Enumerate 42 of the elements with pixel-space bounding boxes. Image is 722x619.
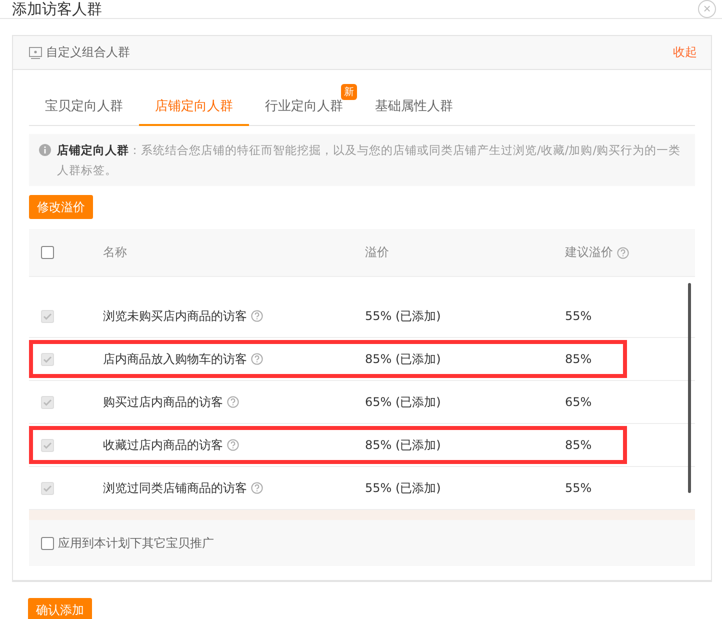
- column-header: 建议溢价: [565, 244, 695, 261]
- table-cell-text: 85% (已添加): [365, 350, 442, 368]
- table-cell: 店内商品放入购物车的访客: [103, 350, 365, 368]
- table-cell: 浏览过同类店铺商品的访客: [103, 480, 365, 496]
- new-badge: 新: [341, 84, 357, 100]
- info-icon: [39, 144, 51, 156]
- monitor-icon: [29, 46, 42, 58]
- confirm-button[interactable]: 确认添加: [28, 598, 92, 619]
- help-icon: [617, 246, 629, 258]
- table-cell-text: 65%: [565, 395, 593, 409]
- panel-title: 自定义组合人群: [46, 44, 130, 61]
- scrollbar[interactable]: [688, 283, 691, 493]
- table-cell-text: 85%: [565, 438, 593, 452]
- column-header: 名称: [103, 244, 128, 261]
- column-header: 溢价: [365, 244, 390, 261]
- apply-label: 应用到本计划下其它宝贝推广: [58, 534, 214, 552]
- help-icon: [251, 353, 263, 365]
- dialog-title: 添加访客人群: [12, 0, 102, 18]
- table-cell: 购买过店内商品的访客: [103, 394, 365, 410]
- table-cell-text: 65% (已添加): [365, 394, 442, 410]
- tab[interactable]: 基础属性人群: [359, 88, 469, 126]
- table-cell-text: 55%: [565, 309, 593, 323]
- apply-option[interactable]: 应用到本计划下其它宝贝推广: [29, 520, 695, 566]
- help-icon: [251, 310, 263, 322]
- table-cell-text: 85% (已添加): [365, 436, 442, 454]
- edit-premium-button[interactable]: 修改溢价: [29, 195, 93, 219]
- table-cell-text: 55%: [565, 481, 593, 495]
- table-cell-text: 55% (已添加): [365, 308, 442, 324]
- table-cell: 浏览未购买店内商品的访客: [103, 308, 365, 324]
- checkbox[interactable]: [41, 246, 54, 259]
- table-cell-text: 85%: [565, 352, 593, 366]
- checkbox[interactable]: [41, 536, 54, 550]
- info-text: 店铺定向人群：系统结合您店铺的特征而智能挖掘，以及与您的店铺或同类店铺产生过浏览/收藏/加购/购买行为的一类人群标签。: [57, 142, 682, 179]
- close-button[interactable]: ×: [698, 0, 716, 18]
- help-icon: [227, 396, 239, 408]
- help-icon: [227, 439, 239, 451]
- table-cell: 收藏过店内商品的访客: [103, 436, 365, 454]
- collapse-link[interactable]: 收起: [673, 44, 697, 61]
- help-icon: [251, 482, 263, 494]
- tab[interactable]: 店铺定向人群: [139, 88, 249, 126]
- tab[interactable]: 宝贝定向人群: [29, 88, 139, 126]
- table-cell-text: 55% (已添加): [365, 480, 442, 496]
